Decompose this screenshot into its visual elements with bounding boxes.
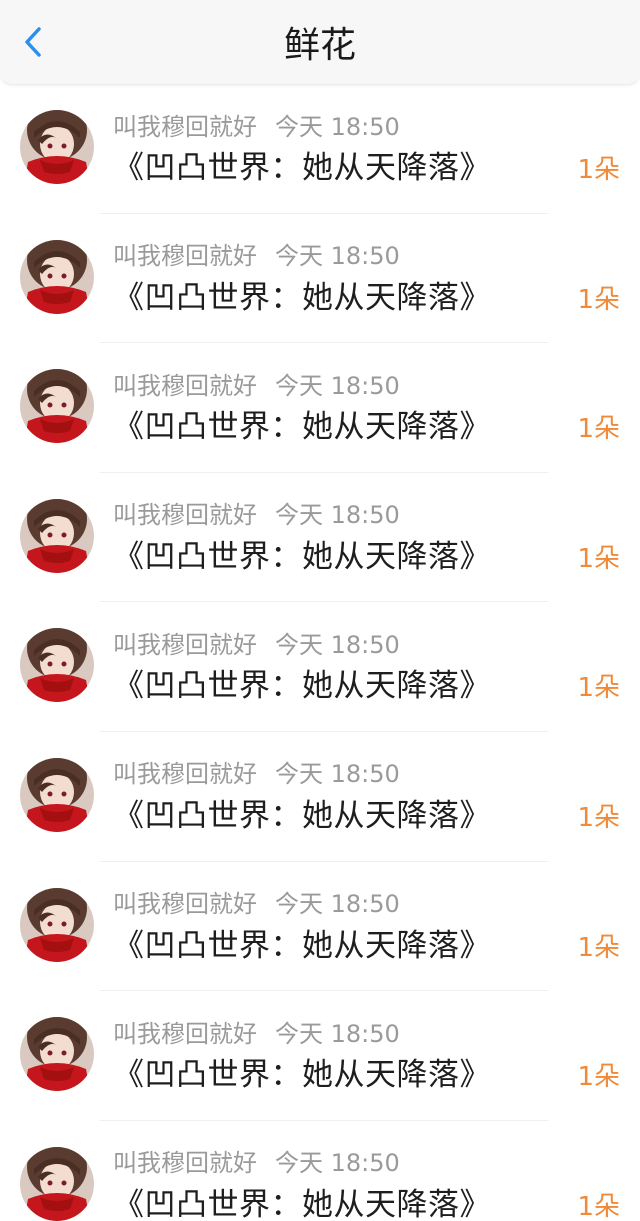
list-item[interactable]: 叫我穆回就好 今天 18:50 《凹凸世界：她从天降落》 1朵 <box>0 732 640 862</box>
avatar[interactable] <box>20 369 94 444</box>
username[interactable]: 叫我穆回就好 <box>113 236 257 271</box>
timestamp: 今天 18:50 <box>275 760 400 789</box>
avatar[interactable] <box>20 1146 94 1221</box>
timestamp: 今天 18:50 <box>275 371 400 400</box>
username[interactable]: 叫我穆回就好 <box>113 625 257 660</box>
timestamp: 今天 18:50 <box>275 242 400 271</box>
username[interactable]: 叫我穆回就好 <box>113 366 257 401</box>
item-meta: 叫我穆回就好 今天 18:50 <box>113 107 400 142</box>
work-title[interactable]: 《凹凸世界：她从天降落》 <box>113 148 491 188</box>
timestamp: 今天 18:50 <box>275 501 400 530</box>
item-meta: 叫我穆回就好 今天 18:50 <box>113 1014 400 1049</box>
work-title[interactable]: 《凹凸世界：她从天降落》 <box>113 1055 491 1095</box>
list-item[interactable]: 叫我穆回就好 今天 18:50 《凹凸世界：她从天降落》 1朵 <box>0 991 640 1121</box>
avatar[interactable] <box>20 110 94 184</box>
flower-list-page: 鲜花 叫我穆回就好 今天 18:50 《凹凸世界：她从天降落》 1朵 叫我穆回就… <box>0 0 640 1221</box>
work-title[interactable]: 《凹凸世界：她从天降落》 <box>113 926 491 966</box>
flower-count: 1朵 <box>577 932 620 963</box>
item-meta: 叫我穆回就好 今天 18:50 <box>113 1145 400 1177</box>
item-meta: 叫我穆回就好 今天 18:50 <box>113 497 400 529</box>
list-item[interactable]: 叫我穆回就好 今天 18:50 《凹凸世界：她从天降落》 1朵 <box>0 862 640 992</box>
list-item[interactable]: 叫我穆回就好 今天 18:50 《凹凸世界：她从天降落》 1朵 <box>0 343 640 473</box>
item-meta: 叫我穆回就好 今天 18:50 <box>113 366 400 401</box>
flower-count: 1朵 <box>577 802 620 833</box>
list-item[interactable]: 叫我穆回就好 今天 18:50 《凹凸世界：她从天降落》 1朵 <box>0 214 640 344</box>
work-title[interactable]: 《凹凸世界：她从天降落》 <box>113 407 491 447</box>
timestamp: 今天 18:50 <box>275 630 400 659</box>
list-item[interactable]: 叫我穆回就好 今天 18:50 《凹凸世界：她从天降落》 1朵 <box>0 473 640 603</box>
flower-count: 1朵 <box>577 155 620 185</box>
avatar[interactable] <box>20 1017 94 1092</box>
timestamp: 今天 18:50 <box>275 1149 400 1178</box>
username[interactable]: 叫我穆回就好 <box>113 1143 257 1178</box>
item-meta: 叫我穆回就好 今天 18:50 <box>113 756 400 788</box>
username[interactable]: 叫我穆回就好 <box>113 495 257 530</box>
work-title[interactable]: 《凹凸世界：她从天降落》 <box>113 1185 491 1221</box>
page-title: 鲜花 <box>283 25 356 66</box>
username[interactable]: 叫我穆回就好 <box>113 1014 257 1049</box>
avatar[interactable] <box>20 887 94 962</box>
work-title[interactable]: 《凹凸世界：她从天降落》 <box>113 537 491 577</box>
timestamp: 今天 18:50 <box>275 1019 400 1048</box>
work-title[interactable]: 《凹凸世界：她从天降落》 <box>113 666 491 706</box>
username[interactable]: 叫我穆回就好 <box>113 754 257 789</box>
flower-count: 1朵 <box>577 1191 620 1221</box>
work-title[interactable]: 《凹凸世界：她从天降落》 <box>113 278 491 318</box>
avatar[interactable] <box>20 628 94 703</box>
item-meta: 叫我穆回就好 今天 18:50 <box>113 238 400 270</box>
flower-count: 1朵 <box>577 414 620 445</box>
flower-gift-list: 叫我穆回就好 今天 18:50 《凹凸世界：她从天降落》 1朵 叫我穆回就好 今… <box>0 84 640 1221</box>
username[interactable]: 叫我穆回就好 <box>113 107 257 142</box>
nav-bar: 鲜花 <box>0 0 640 85</box>
flower-count: 1朵 <box>577 284 620 315</box>
avatar[interactable] <box>20 757 94 832</box>
timestamp: 今天 18:50 <box>275 890 400 919</box>
flower-count: 1朵 <box>577 673 620 704</box>
work-title[interactable]: 《凹凸世界：她从天降落》 <box>113 796 491 836</box>
timestamp: 今天 18:50 <box>275 112 400 141</box>
avatar[interactable] <box>20 498 94 573</box>
list-item[interactable]: 叫我穆回就好 今天 18:50 《凹凸世界：她从天降落》 1朵 <box>0 84 640 214</box>
item-meta: 叫我穆回就好 今天 18:50 <box>113 625 400 660</box>
flower-count: 1朵 <box>577 543 620 574</box>
username[interactable]: 叫我穆回就好 <box>113 884 257 919</box>
flower-count: 1朵 <box>577 1062 620 1093</box>
item-meta: 叫我穆回就好 今天 18:50 <box>113 886 400 918</box>
list-item[interactable]: 叫我穆回就好 今天 18:50 《凹凸世界：她从天降落》 1朵 <box>0 1121 640 1221</box>
list-item[interactable]: 叫我穆回就好 今天 18:50 《凹凸世界：她从天降落》 1朵 <box>0 602 640 732</box>
avatar[interactable] <box>20 239 94 314</box>
